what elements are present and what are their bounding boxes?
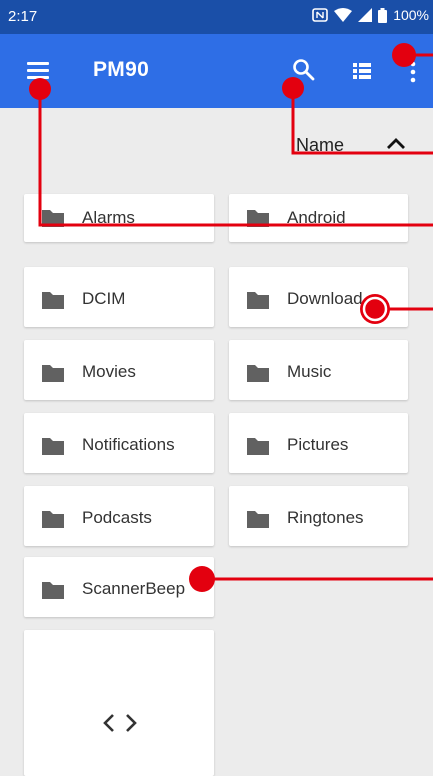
folder-icon [247, 438, 269, 455]
folder-tile[interactable]: Movies [24, 340, 214, 400]
folder-name: Android [287, 208, 346, 227]
app-title: PM90 [93, 58, 150, 81]
folder-tile[interactable]: Notifications [24, 413, 214, 473]
chevron-up-icon[interactable] [384, 132, 408, 156]
folder-tile[interactable]: Pictures [229, 413, 408, 473]
code-icon [103, 714, 137, 732]
folder-name: Music [287, 362, 332, 381]
folder-icon [247, 365, 269, 382]
folder-tile[interactable]: ScannerBeep [24, 557, 214, 617]
menu-icon[interactable] [27, 62, 49, 79]
sort-label[interactable]: Name [296, 135, 344, 156]
folder-name: Podcasts [82, 508, 152, 527]
folder-tile[interactable]: Alarms [24, 194, 214, 242]
folder-name: ScannerBeep [82, 579, 186, 598]
folder-name: Alarms [82, 208, 135, 227]
wifi-icon [334, 8, 353, 22]
folder-tile[interactable]: Music [229, 340, 408, 400]
folder-icon [42, 438, 64, 455]
folder-name: Movies [82, 362, 136, 381]
folder-icon [42, 292, 64, 309]
app-bar: PM90 [0, 34, 433, 108]
sort-bar: Name [0, 108, 433, 176]
folder-tile[interactable]: Ringtones [229, 486, 408, 546]
folder-icon [247, 292, 269, 309]
status-time: 2:17 [8, 8, 38, 25]
folder-name: Ringtones [287, 508, 364, 527]
folder-icon [247, 210, 269, 227]
folder-icon [42, 210, 64, 227]
status-bar: 2:17 100% [0, 0, 433, 34]
folder-tile[interactable]: DCIM [24, 267, 214, 327]
folder-icon [42, 365, 64, 382]
folder-icon [247, 511, 269, 528]
battery-icon [378, 7, 388, 23]
folder-name: Pictures [287, 435, 349, 454]
signal-icon [358, 8, 373, 22]
status-icons: 100% [312, 7, 429, 23]
more-options-icon[interactable] [404, 58, 422, 86]
folder-name: Notifications [82, 435, 175, 454]
nfc-icon [312, 8, 328, 22]
battery-percent: 100% [393, 7, 429, 23]
folder-name: DCIM [82, 289, 126, 308]
folder-icon [42, 511, 64, 528]
folder-tile[interactable]: Android [229, 194, 408, 242]
code-file-tile[interactable] [24, 630, 214, 776]
folder-tile[interactable]: Download [229, 267, 408, 327]
folder-name: Download [287, 289, 363, 308]
list-view-icon[interactable] [350, 59, 374, 83]
folder-tile[interactable]: Podcasts [24, 486, 214, 546]
search-icon[interactable] [290, 56, 318, 84]
folder-icon [42, 582, 64, 599]
